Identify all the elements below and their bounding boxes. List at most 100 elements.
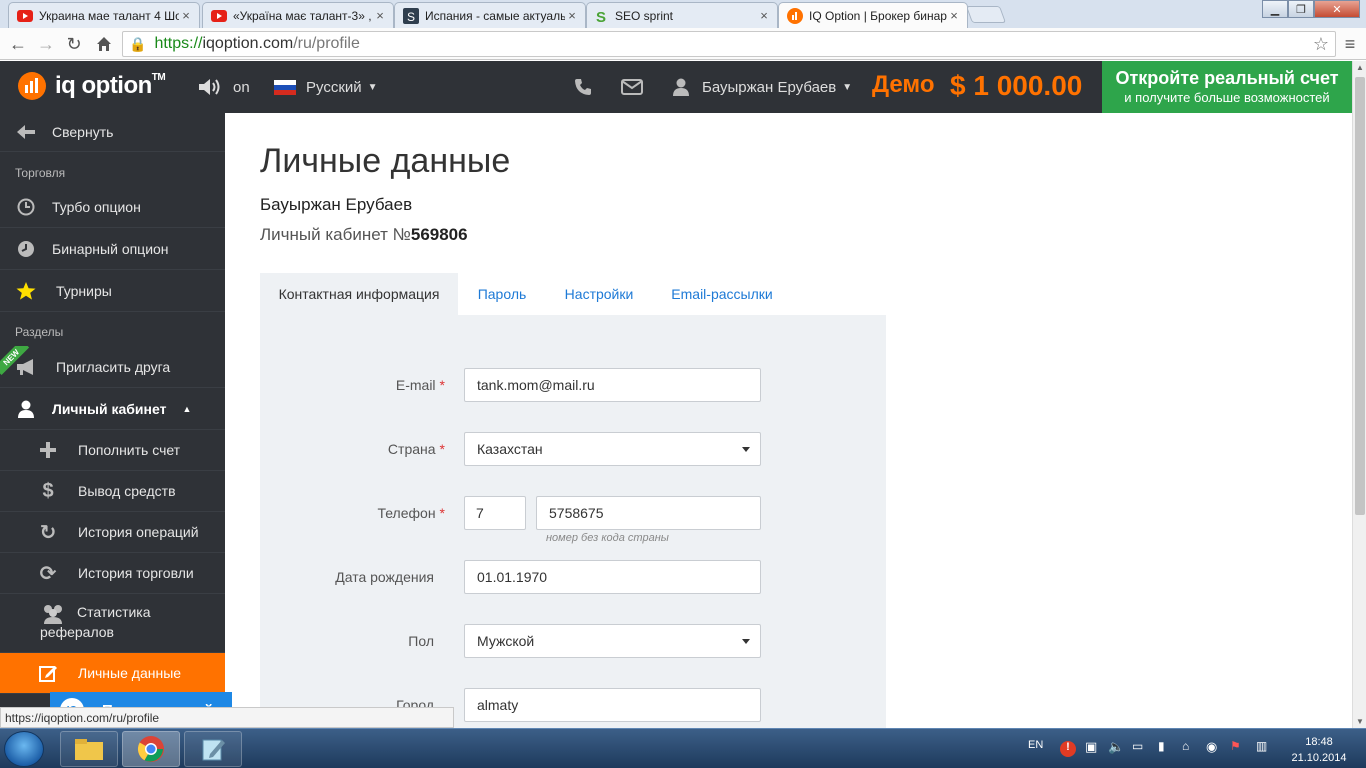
back-button[interactable]: ← <box>6 32 30 56</box>
sidebar-section-trading: Торговля <box>15 166 66 180</box>
scroll-down-icon[interactable]: ▼ <box>1356 717 1364 726</box>
gender-select[interactable]: Мужской <box>464 624 761 658</box>
clock-icon <box>0 198 52 216</box>
network-icon[interactable]: ▣ <box>1085 739 1097 755</box>
url-host: iqoption.com <box>202 35 294 52</box>
birth-date-field[interactable]: 01.01.1970 <box>464 560 761 594</box>
bookmark-star-icon[interactable]: ☆ <box>1313 34 1329 55</box>
email-field[interactable]: tank.mom@mail.ru <box>464 368 761 402</box>
new-tab-button[interactable] <box>965 6 1007 23</box>
sidebar-item-binary[interactable]: Бинарный опцион <box>0 228 225 270</box>
scrollbar-thumb[interactable] <box>1355 77 1365 515</box>
flag-icon[interactable]: ⚑ <box>1230 739 1241 753</box>
alert-icon[interactable]: ! <box>1060 741 1076 757</box>
sidebar-collapse[interactable]: Свернуть <box>0 113 225 152</box>
reload-icon: ↻ <box>66 33 82 54</box>
address-bar[interactable]: 🔒 https:// iqoption.com /ru/profile ☆ <box>122 31 1336 57</box>
browser-tab[interactable]: Украина мае талант 4 Шо × <box>8 2 200 28</box>
sidebar-item-personal-data[interactable]: Личные данные <box>0 653 225 694</box>
keyboard-language[interactable]: EN <box>1028 739 1043 751</box>
taskbar-chrome[interactable] <box>122 731 180 767</box>
iqoption-icon <box>787 7 803 24</box>
browser-tab[interactable]: S Испания - самые актуаль × <box>394 2 586 28</box>
close-icon[interactable]: × <box>947 8 961 23</box>
demo-label[interactable]: Демо <box>872 71 935 99</box>
scroll-up-icon[interactable]: ▲ <box>1356 63 1364 72</box>
maximize-button[interactable]: ❐ <box>1288 0 1314 18</box>
device-icon[interactable]: ▭ <box>1132 739 1143 753</box>
logo-text: iq option <box>55 72 152 99</box>
sidebar-item-tournaments[interactable]: Турниры <box>0 270 225 312</box>
tab-settings[interactable]: Настройки <box>552 273 646 315</box>
browser-tab-strip: Украина мае талант 4 Шо × «Україна має т… <box>0 0 1366 28</box>
browser-toolbar: ← → ↻ 🔒 https:// iqoption.com /ru/profil… <box>0 28 1366 60</box>
phone-label: Телефон * <box>377 505 445 521</box>
home-button[interactable] <box>92 32 116 56</box>
close-window-button[interactable]: ✕ <box>1314 0 1360 18</box>
phone-code-field[interactable]: 7 <box>464 496 526 530</box>
system-clock[interactable]: 18:48 21.10.2014 <box>1284 734 1354 766</box>
taskbar-explorer[interactable] <box>60 731 118 767</box>
notepad-icon <box>202 739 225 761</box>
mail-button[interactable] <box>621 61 643 113</box>
cabinet-number: Личный кабинет №569806 <box>260 225 468 244</box>
sidebar: Свернуть Торговля Турбо опцион Бинарный … <box>0 113 225 728</box>
chrome-menu-button[interactable]: ≡ <box>1338 32 1362 56</box>
language-selector[interactable]: Русский ▼ <box>274 61 378 113</box>
sidebar-item-ops-history[interactable]: ↻ История операций <box>0 512 225 553</box>
start-button[interactable] <box>4 731 44 767</box>
windows-taskbar: EN ! ▣ 🔈 ▭ ▮ ⌂ ◉ ⚑ ▥ 18:48 21.10.2014 <box>0 728 1366 768</box>
tab-password[interactable]: Пароль <box>464 273 540 315</box>
tab-email-subscriptions[interactable]: Email-рассылки <box>660 273 784 315</box>
phone-icon <box>575 79 591 95</box>
open-real-account-button[interactable]: Откройте реальный счет и получите больше… <box>1102 61 1352 113</box>
phone-hint: номер без кода страны <box>546 532 669 544</box>
reload-button[interactable]: ↻ <box>62 32 86 56</box>
sidebar-item-referral-stats[interactable]: Статистика рефералов <box>0 594 225 653</box>
phone-button[interactable] <box>574 61 592 113</box>
sidebar-item-trade-history[interactable]: ⟳ История торговли <box>0 553 225 594</box>
close-icon[interactable]: × <box>373 8 387 23</box>
browser-tab[interactable]: S SEO sprint × <box>586 2 778 28</box>
country-select[interactable]: Казахстан <box>464 432 761 466</box>
browser-tab[interactable]: «Україна має талант-3» , × <box>202 2 394 28</box>
sidebar-item-withdraw[interactable]: $ Вывод средств <box>0 471 225 512</box>
close-icon[interactable]: × <box>179 8 193 23</box>
chrome-icon <box>137 736 164 762</box>
volume-icon[interactable]: 🔈 <box>1108 739 1124 755</box>
sidebar-item-invite[interactable]: NEW Пригласить друга <box>0 346 225 388</box>
url-path: /ru/profile <box>293 35 360 52</box>
user-icon <box>0 400 52 418</box>
signal-icon[interactable]: ▮ <box>1158 739 1165 753</box>
disc-icon[interactable]: ◉ <box>1206 739 1217 755</box>
caret-up-icon: ▲ <box>182 403 192 414</box>
forward-arrow-icon: → <box>37 33 55 54</box>
sidebar-item-turbo[interactable]: Турбо опцион <box>0 186 225 228</box>
svg-text:S: S <box>407 10 415 24</box>
birth-date-label: Дата рождения <box>335 569 434 585</box>
taskbar-notepad[interactable] <box>184 731 242 767</box>
iqoption-logo[interactable]: iq optionTM <box>17 71 166 101</box>
forward-button[interactable]: → <box>34 32 58 56</box>
close-icon[interactable]: × <box>757 8 771 23</box>
sound-toggle[interactable]: on <box>197 61 250 113</box>
sidebar-item-cabinet[interactable]: Личный кабинет ▲ <box>0 388 225 430</box>
svg-text:S: S <box>596 9 606 24</box>
refresh-icon: ↻ <box>39 521 57 544</box>
edit-icon <box>0 664 78 682</box>
city-field[interactable]: almaty <box>464 688 761 722</box>
battery-icon[interactable]: ▥ <box>1256 739 1267 753</box>
page-scrollbar[interactable]: ▲ ▼ <box>1352 61 1366 728</box>
menu-icon: ≡ <box>1344 33 1356 54</box>
minimize-button[interactable]: ▁ <box>1262 0 1288 18</box>
usb-icon[interactable]: ⌂ <box>1182 739 1189 753</box>
close-icon[interactable]: × <box>565 8 579 23</box>
sidebar-item-deposit[interactable]: Пополнить счет <box>0 430 225 471</box>
user-menu[interactable]: Бауыржан Ерубаев ▼ <box>672 61 852 113</box>
envelope-icon <box>621 79 643 95</box>
phone-number-field[interactable]: 5758675 <box>536 496 761 530</box>
tab-contact-info[interactable]: Контактная информация <box>260 273 458 315</box>
profile-user-name: Бауыржан Ерубаев <box>260 195 413 214</box>
country-label: Страна * <box>387 441 445 457</box>
browser-tab-active[interactable]: IQ Option | Брокер бинар × <box>778 2 968 28</box>
